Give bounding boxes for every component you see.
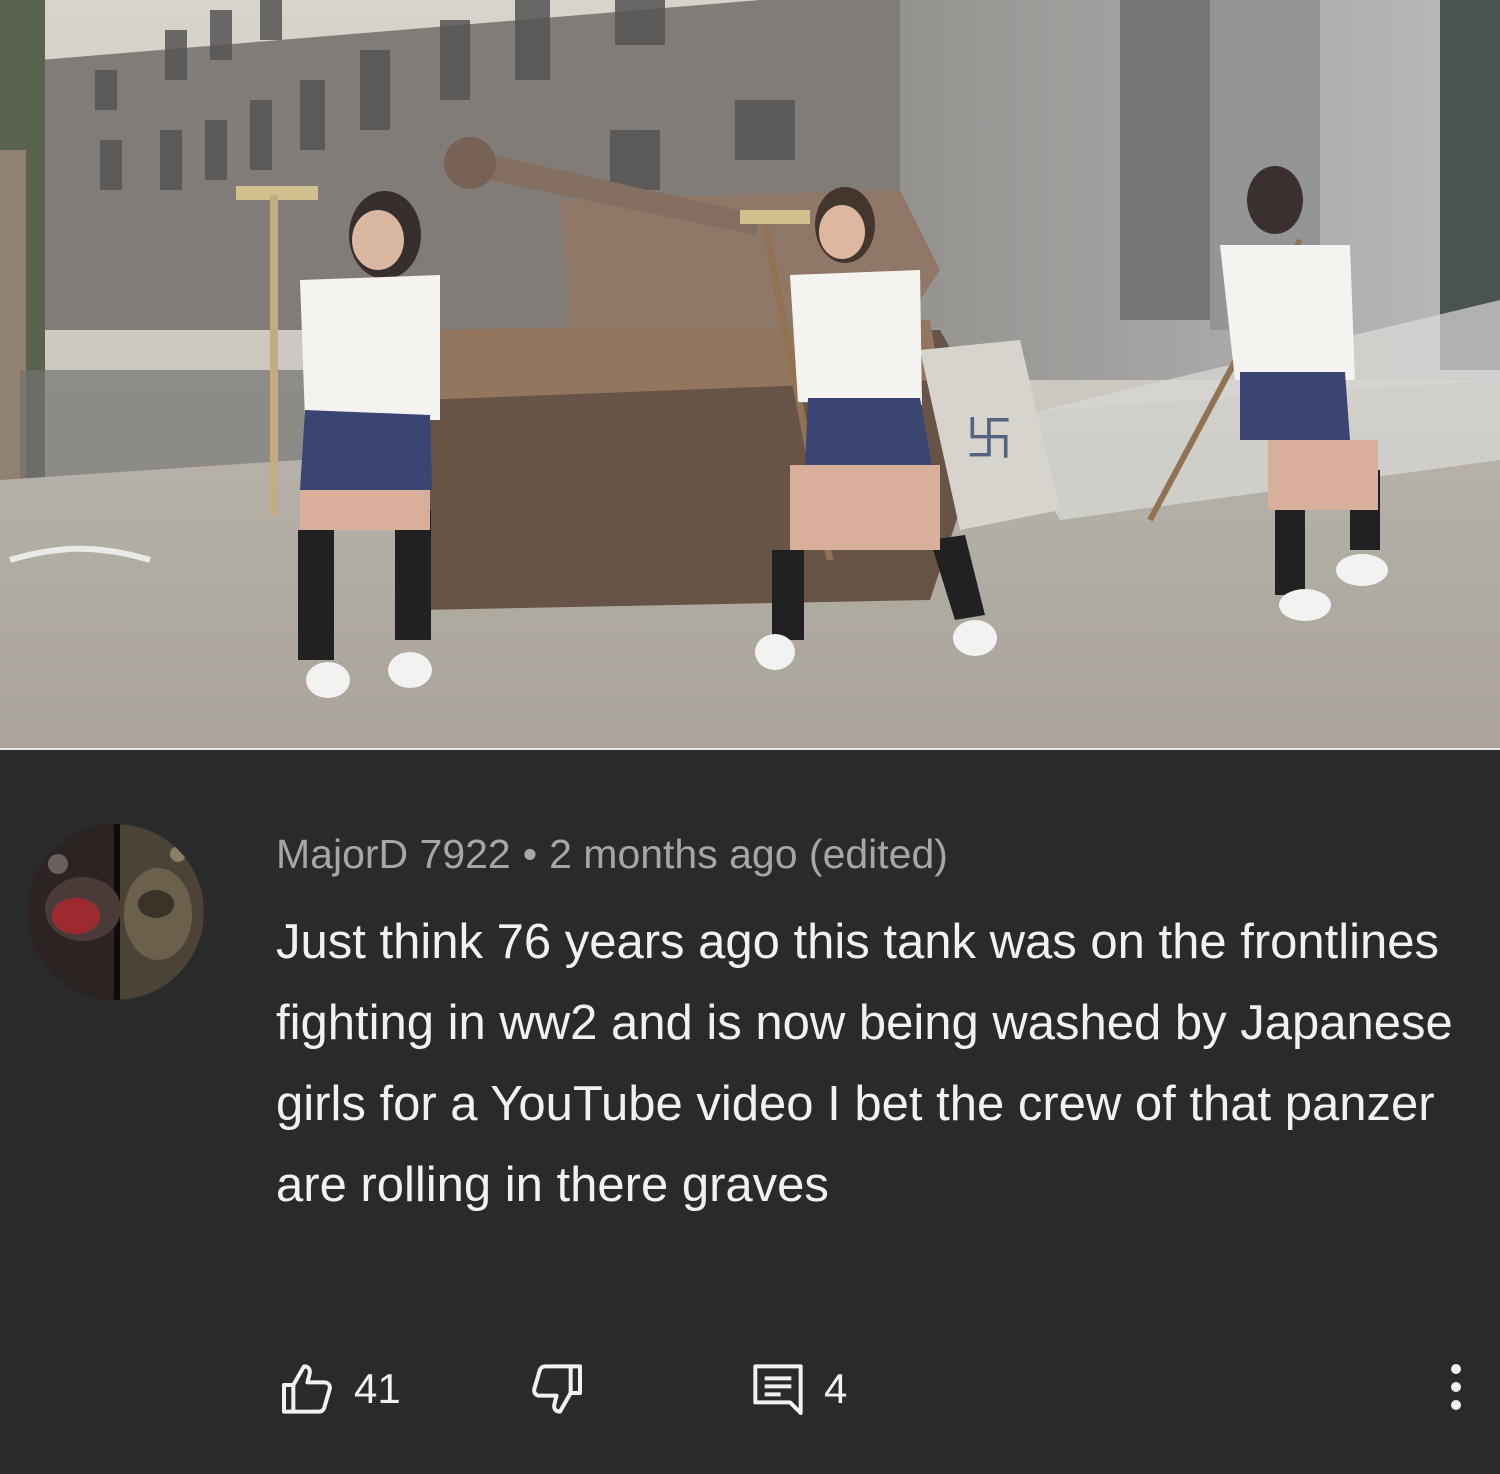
comment-author[interactable]: MajorD 7922 [276, 831, 511, 877]
reply-button[interactable]: 4 [746, 1348, 847, 1430]
thumbs-up-icon [276, 1357, 340, 1421]
video-thumbnail-photo: 卐 [0, 0, 1500, 748]
like-count: 41 [354, 1365, 401, 1412]
comment-timestamp: 2 months ago (edited) [549, 831, 948, 877]
meta-separator: • [522, 831, 538, 877]
more-options-button[interactable] [1436, 1348, 1476, 1430]
thumbs-down-icon [524, 1357, 588, 1421]
dislike-button[interactable] [524, 1348, 588, 1430]
reply-count: 4 [824, 1365, 848, 1412]
comment-text: Just think 76 years ago this tank was on… [276, 915, 1453, 1212]
comment-meta: MajorD 7922 • 2 months ago (edited) [276, 828, 948, 880]
like-button[interactable]: 41 [276, 1348, 401, 1430]
avatar[interactable] [28, 824, 204, 1000]
more-vertical-icon [1446, 1355, 1466, 1424]
comment-panel: MajorD 7922 • 2 months ago (edited) Just t… [0, 748, 1500, 1474]
screenshot-root: 卐 MajorD 7922 • 2 months ago (edited) Ju… [0, 0, 1500, 1474]
comment-actions: 41 4 [276, 1348, 1476, 1430]
comment-icon [746, 1357, 810, 1421]
